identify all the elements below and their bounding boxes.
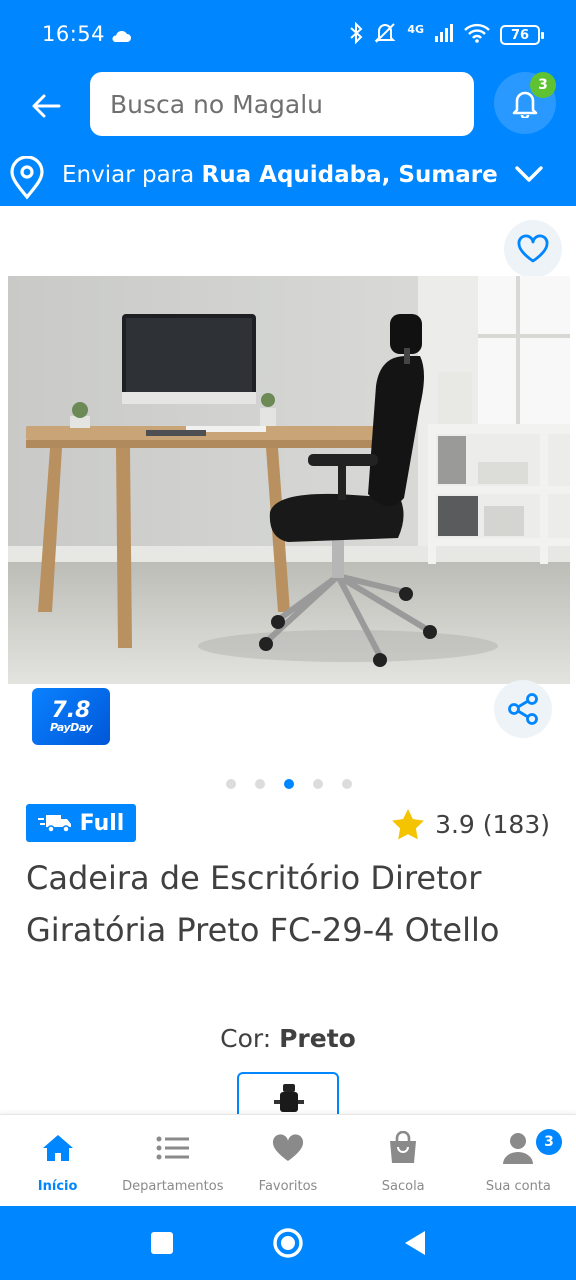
gallery-dot[interactable] [313,779,323,789]
payday-number: 7.8 [51,698,91,723]
bottom-navigation: Início Departamentos Favoritos Sacola Su… [0,1114,576,1206]
product-rating[interactable]: 3.9 (183) [391,808,550,840]
chevron-down-icon[interactable] [514,164,544,190]
truck-icon [37,815,71,833]
system-navigation-bar [0,1206,576,1280]
nav-label: Favoritos [258,1179,318,1194]
notification-badge: 3 [530,72,556,98]
arrow-left-icon [32,94,61,118]
share-icon [508,693,538,725]
home-icon [41,1131,75,1165]
nav-label: Início [37,1179,78,1194]
product-image[interactable] [8,276,570,684]
home-system-button[interactable] [271,1226,305,1260]
nav-label: Departamentos [122,1179,224,1194]
bag-icon [388,1131,418,1165]
office-chair-photo [8,276,570,684]
top-bar: 16:54 4G 76 Busca no Magalu 3 Enviar par… [0,0,576,206]
nav-label: Sacola [381,1179,425,1194]
location-pin-icon [8,155,46,206]
mute-icon [373,22,397,48]
signal-icon [434,24,454,46]
back-system-button[interactable] [398,1226,432,1260]
gallery-dot[interactable] [226,779,236,789]
address-prefix: Enviar para [62,162,202,188]
gallery-dot-active[interactable] [284,779,294,789]
triangle-back-icon [405,1231,425,1255]
cloud-icon [110,28,132,47]
nav-inicio[interactable]: Início [0,1115,115,1206]
payday-promo-badge: 7.8 PayDay [32,688,110,745]
circle-icon [273,1228,303,1258]
share-button[interactable] [494,680,552,738]
color-label: Cor: Preto [0,1024,576,1053]
gallery-dot[interactable] [342,779,352,789]
status-icons: 4G 76 [349,21,544,48]
status-bar: 16:54 4G 76 [0,0,576,72]
search-input[interactable]: Busca no Magalu [90,72,474,136]
delivery-address[interactable]: Enviar para Rua Aquidaba, Sumare [0,148,576,206]
color-value: Preto [279,1024,356,1053]
nav-favoritos[interactable]: Favoritos [230,1115,345,1206]
address-text: Enviar para Rua Aquidaba, Sumare [62,162,498,188]
status-time: 16:54 [42,22,106,46]
account-badge: 3 [536,1129,563,1155]
gallery-dot[interactable] [255,779,265,789]
back-button[interactable] [26,86,66,126]
product-title: Cadeira de Escritório Diretor Giratória … [26,859,500,949]
recent-apps-button[interactable] [145,1226,179,1260]
full-shipping-badge: Full [26,804,136,842]
heart-outline-icon [517,234,549,263]
user-icon [501,1131,535,1165]
gallery-pagination [226,779,352,789]
rating-value: 3.9 (183) [435,809,550,839]
star-icon [392,809,424,840]
square-icon [151,1232,173,1254]
bluetooth-icon [349,21,363,48]
menu-icon [156,1131,190,1165]
nav-sua-conta[interactable]: Sua conta 3 [461,1115,576,1206]
wifi-icon [464,23,490,47]
battery-icon: 76 [500,25,544,45]
favorite-button[interactable] [504,220,562,278]
network-type: 4G [407,22,424,36]
heart-icon [271,1131,305,1165]
search-placeholder: Busca no Magalu [110,89,323,119]
nav-label: Sua conta [485,1179,551,1194]
color-prefix: Cor: [220,1024,280,1053]
notifications-button[interactable]: 3 [494,72,556,134]
payday-word: PayDay [50,721,93,734]
nav-sacola[interactable]: Sacola [346,1115,461,1206]
full-label: Full [79,810,125,836]
nav-departamentos[interactable]: Departamentos [115,1115,230,1206]
address-location: Rua Aquidaba, Sumare [201,162,498,188]
